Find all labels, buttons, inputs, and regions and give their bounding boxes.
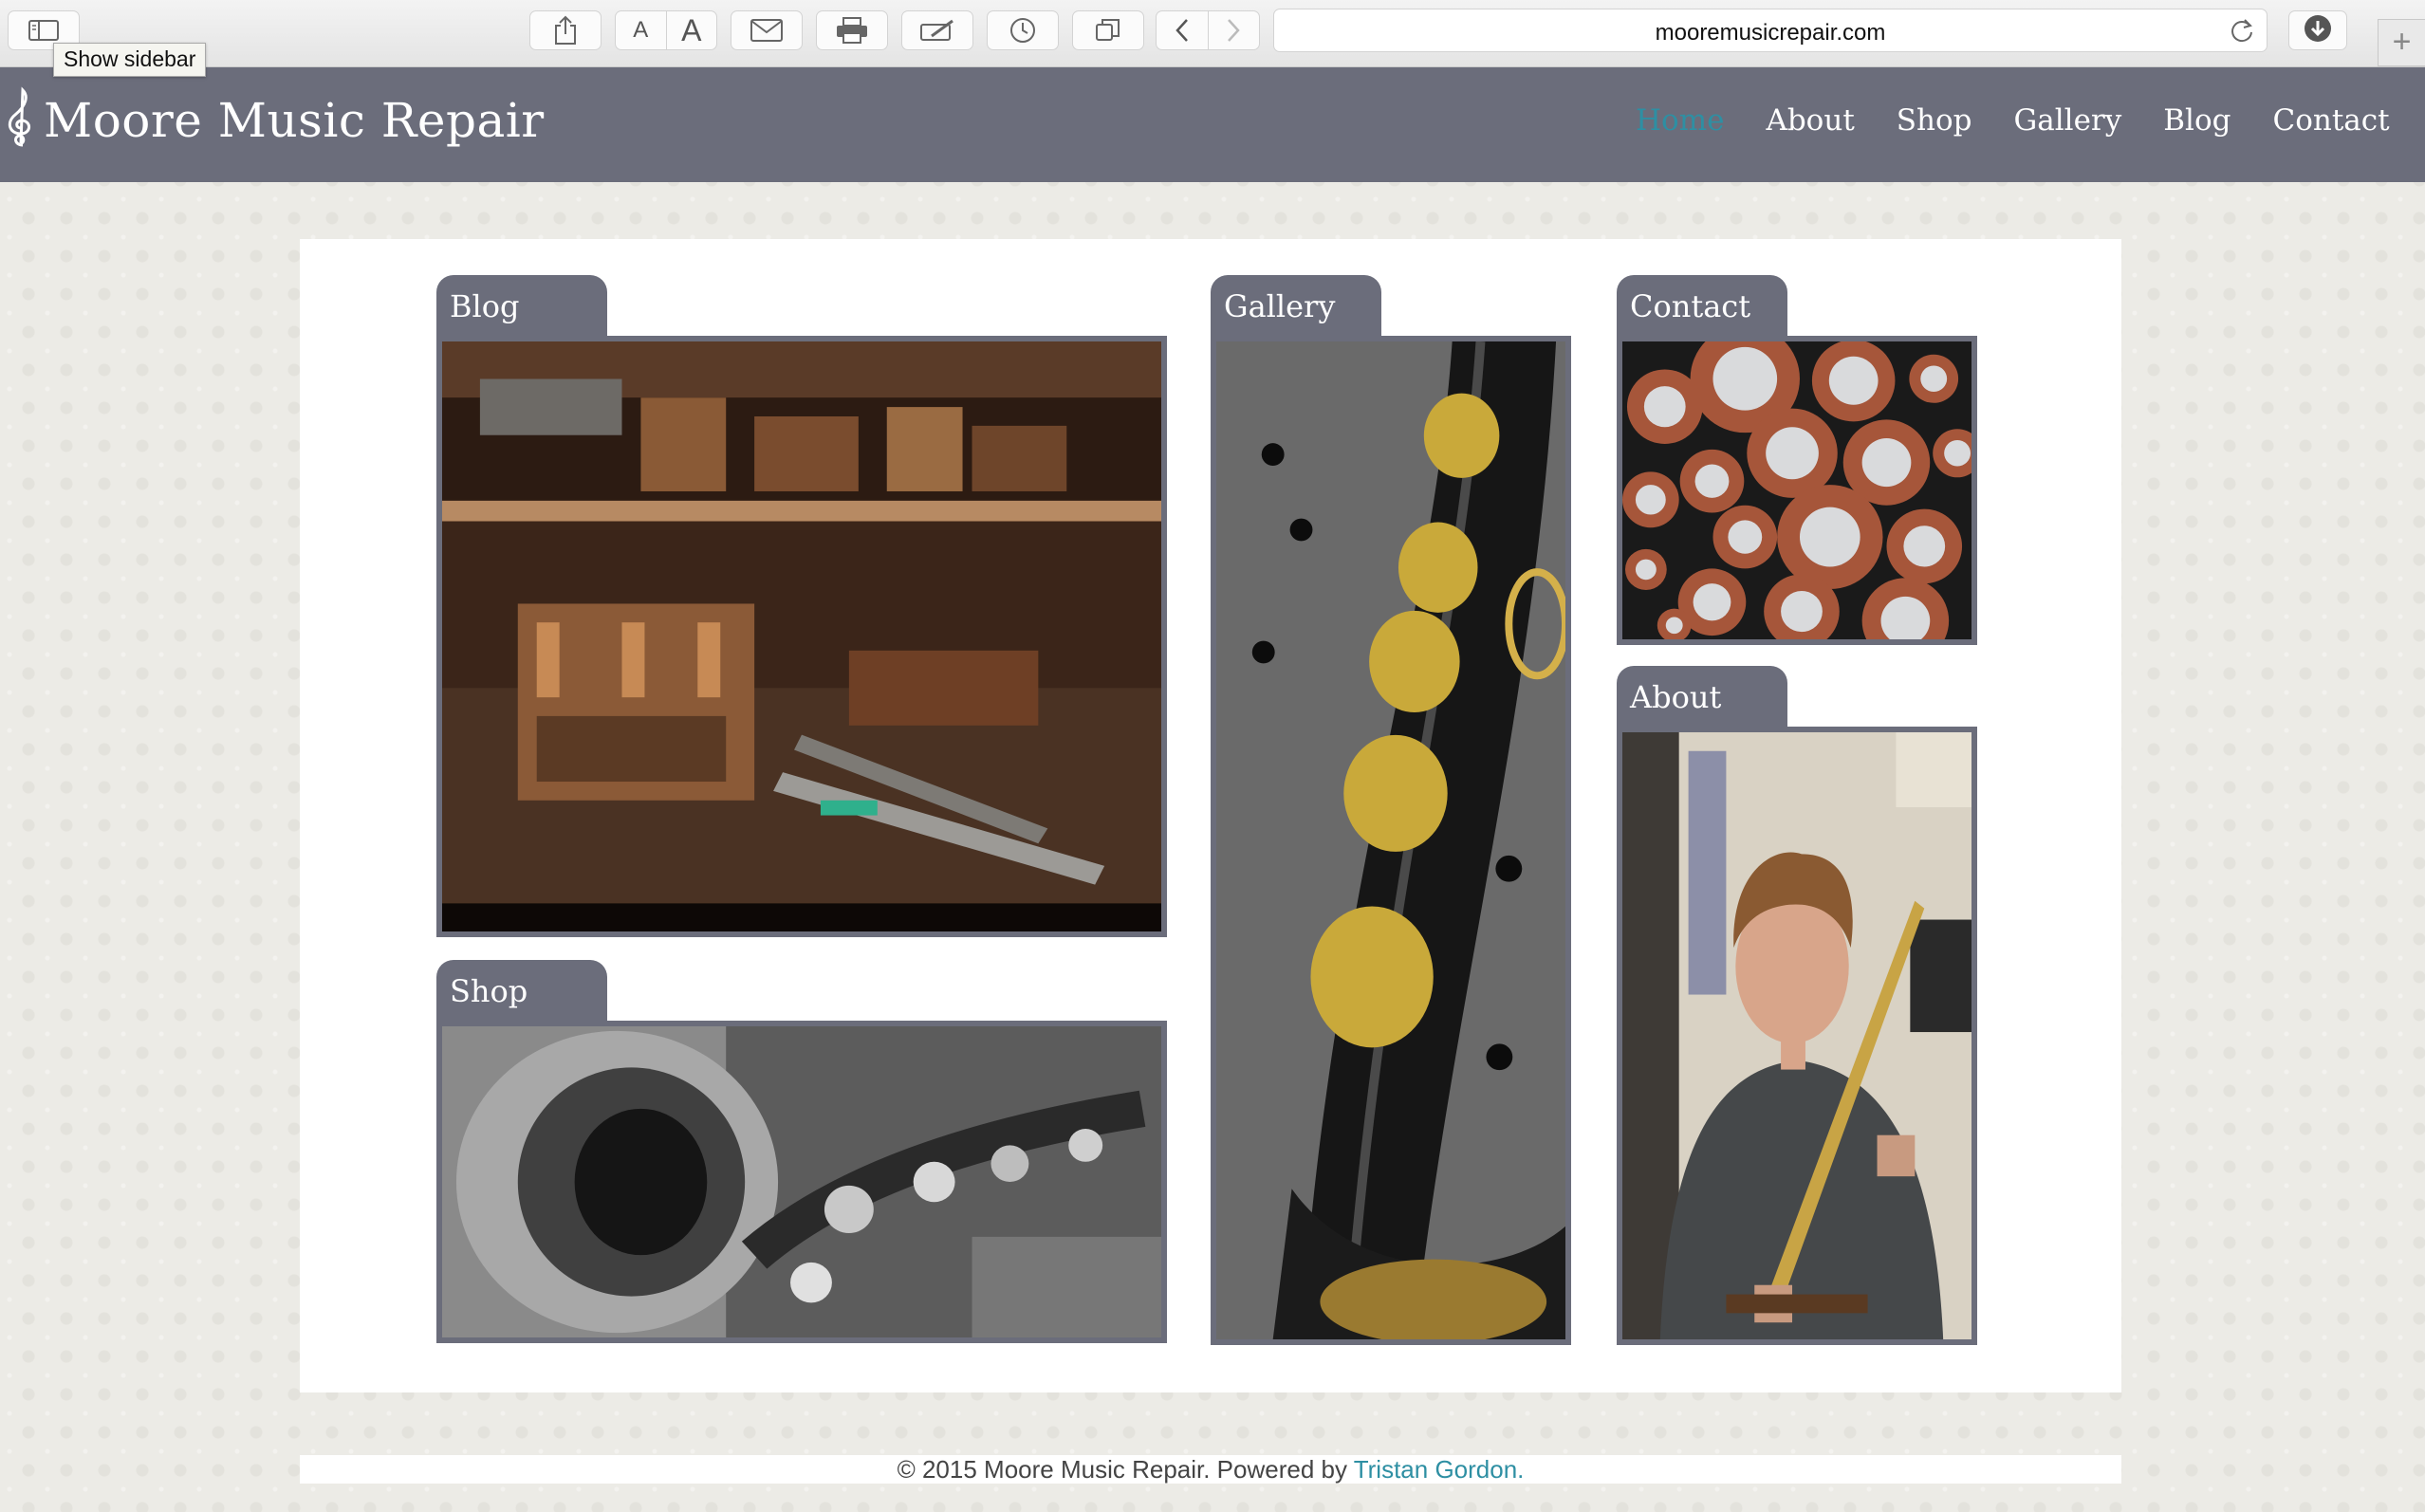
gallery-image[interactable] [1211, 336, 1571, 1345]
main-content: Blog Shop Gallery Contact About [300, 239, 2121, 1392]
new-tab-button[interactable]: + [2378, 19, 2425, 66]
shop-image[interactable] [436, 1021, 1167, 1343]
large-a-label: A [681, 12, 702, 47]
sidebar-tooltip: Show sidebar [53, 43, 207, 77]
shop-tile[interactable]: Shop [436, 960, 1167, 1343]
main-nav: Home About Shop Gallery Blog Contact [1636, 103, 2425, 138]
treble-clef-icon [4, 86, 38, 154]
nav-shop[interactable]: Shop [1897, 103, 1972, 138]
blog-tile-tab[interactable]: Blog [436, 275, 607, 340]
font-size-control: A A [615, 10, 717, 50]
clock-icon [1009, 17, 1036, 44]
tabs-overview-button[interactable] [1072, 10, 1144, 50]
site-header: Moore Music Repair Home About Shop Galle… [0, 67, 2425, 182]
nav-contact[interactable]: Contact [2272, 103, 2389, 138]
site-logo[interactable]: Moore Music Repair [4, 86, 545, 154]
back-button[interactable] [1157, 11, 1208, 49]
sidebar-icon [28, 19, 59, 42]
browser-toolbar: A A mooremusicrepair.com + [0, 0, 2425, 67]
email-button[interactable] [731, 10, 803, 50]
site-footer: © 2015 Moore Music Repair. Powered by Tr… [300, 1455, 2121, 1484]
reload-icon[interactable] [2229, 17, 2255, 48]
about-image[interactable] [1617, 727, 1977, 1345]
increase-font-button[interactable]: A [665, 11, 717, 49]
nav-blog[interactable]: Blog [2163, 103, 2231, 138]
blog-tile[interactable]: Blog [436, 275, 1167, 937]
shop-tile-tab[interactable]: Shop [436, 960, 607, 1024]
share-icon [553, 15, 578, 46]
chevron-left-icon [1175, 18, 1190, 43]
contact-image[interactable] [1617, 336, 1977, 645]
history-nav-control [1156, 10, 1260, 50]
share-button[interactable] [529, 10, 602, 50]
footer-copyright: © 2015 Moore Music Repair. Powered by [897, 1455, 1354, 1484]
printer-icon [836, 17, 868, 44]
footer-author-link[interactable]: Tristan Gordon. [1354, 1455, 1525, 1484]
pencil-icon [920, 19, 954, 42]
nav-gallery[interactable]: Gallery [2014, 103, 2122, 138]
envelope-icon [750, 19, 783, 42]
forward-button[interactable] [1207, 11, 1260, 49]
chevron-right-icon [1226, 18, 1241, 43]
about-tile[interactable]: About [1617, 666, 1977, 1345]
download-icon [2304, 14, 2332, 47]
site-title: Moore Music Repair [44, 92, 545, 148]
print-button[interactable] [816, 10, 888, 50]
gallery-tile[interactable]: Gallery [1211, 275, 1571, 1345]
contact-tile[interactable]: Contact [1617, 275, 1977, 645]
nav-about[interactable]: About [1766, 103, 1854, 138]
tabs-icon [1095, 17, 1121, 44]
gallery-tile-tab[interactable]: Gallery [1211, 275, 1381, 340]
url-text: mooremusicrepair.com [1655, 20, 1886, 46]
blog-image[interactable] [436, 336, 1167, 937]
address-bar[interactable]: mooremusicrepair.com [1273, 9, 2268, 52]
markup-button[interactable] [901, 10, 973, 50]
downloads-button[interactable] [2288, 10, 2347, 50]
decrease-font-button[interactable]: A [616, 11, 666, 49]
small-a-label: A [633, 17, 649, 43]
history-button[interactable] [987, 10, 1059, 50]
nav-home[interactable]: Home [1636, 103, 1724, 138]
about-tile-tab[interactable]: About [1617, 666, 1787, 730]
contact-tile-tab[interactable]: Contact [1617, 275, 1787, 340]
